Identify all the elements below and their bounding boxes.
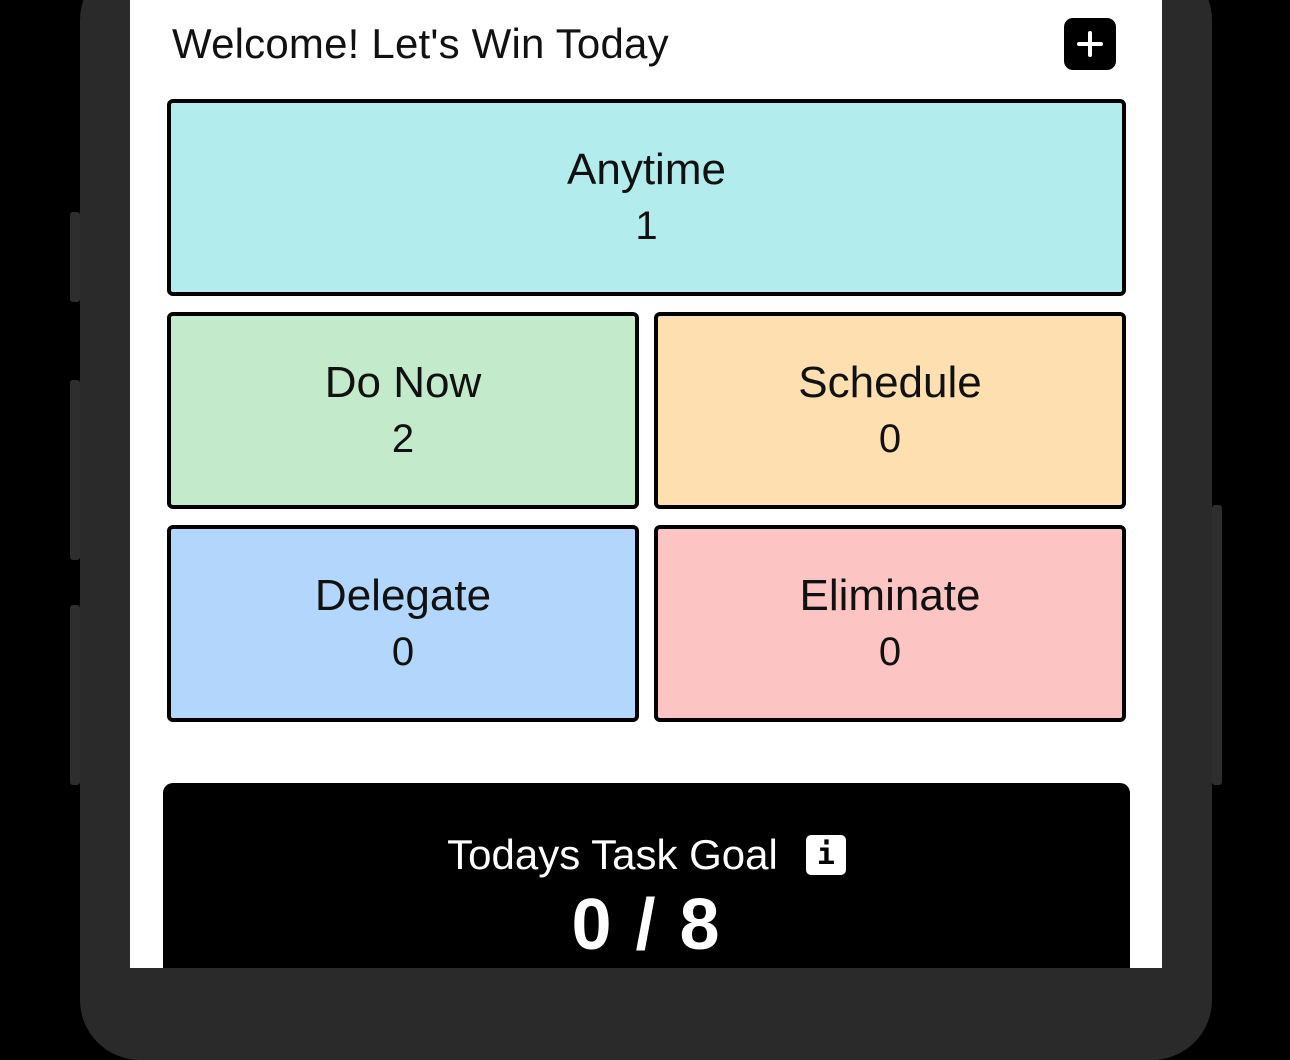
task-goal-value: 0 / 8: [571, 885, 722, 965]
quadrant-label: Eliminate: [799, 570, 981, 620]
quadrant-anytime[interactable]: Anytime 1: [167, 99, 1126, 296]
device-side-button: [70, 605, 80, 785]
app-screen: Welcome! Let's Win Today Anytime 1 Do No…: [130, 0, 1162, 968]
task-goal-card: Todays Task Goal i 0 / 8: [163, 783, 1130, 968]
page-title: Welcome! Let's Win Today: [172, 20, 669, 67]
quadrant-count: 1: [635, 203, 658, 248]
info-icon: i: [816, 837, 835, 872]
quadrant-label: Delegate: [314, 570, 492, 620]
task-goal-title: Todays Task Goal: [447, 831, 778, 878]
quadrant-count: 2: [391, 416, 415, 461]
quadrant-label: Schedule: [798, 357, 982, 407]
device-side-button: [70, 380, 80, 560]
quadrant-count: 0: [878, 416, 902, 461]
quadrant-count: 0: [878, 629, 902, 674]
device-side-button: [1212, 505, 1222, 785]
quadrant-count: 0: [391, 629, 415, 674]
header: Welcome! Let's Win Today: [172, 18, 1118, 72]
add-task-button[interactable]: [1064, 18, 1116, 70]
quadrant-do-now[interactable]: Do Now 2: [167, 312, 639, 509]
quadrant-eliminate[interactable]: Eliminate 0: [654, 525, 1126, 722]
quadrant-label: Do Now: [324, 357, 482, 407]
task-goal-header: Todays Task Goal i: [163, 827, 1130, 883]
quadrant-label: Anytime: [567, 144, 726, 194]
quadrant-schedule[interactable]: Schedule 0: [654, 312, 1126, 509]
device-side-button: [70, 212, 80, 302]
info-button[interactable]: i: [805, 835, 846, 875]
quadrant-delegate[interactable]: Delegate 0: [167, 525, 639, 722]
